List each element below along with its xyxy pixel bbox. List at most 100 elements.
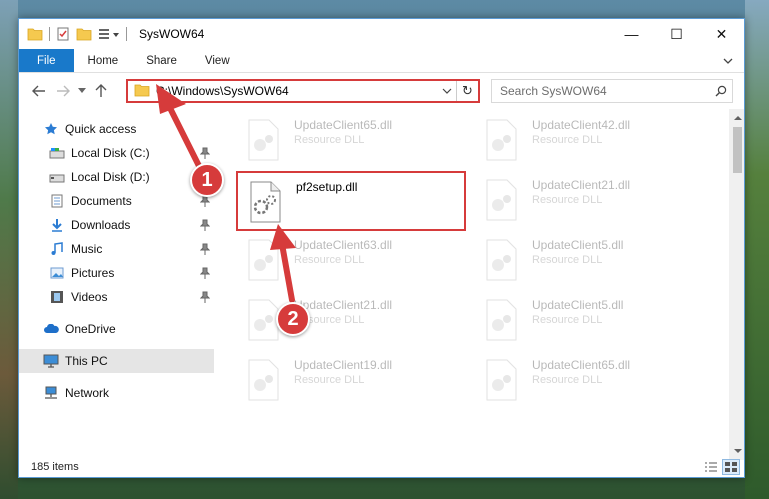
dll-file-icon [250, 181, 281, 223]
file-type: Resource DLL [532, 194, 603, 206]
sidebar-item-music[interactable]: Music [19, 237, 214, 261]
window-controls: — ☐ ✕ [609, 19, 744, 49]
vertical-scrollbar[interactable] [729, 109, 744, 460]
item-count: 185 items [31, 461, 79, 473]
folder-icon [27, 27, 43, 41]
pin-icon[interactable] [199, 291, 211, 306]
dll-file-icon [248, 239, 279, 281]
refresh-button[interactable]: ↻ [456, 81, 478, 101]
arrow-up-icon [95, 84, 107, 97]
expand-ribbon-button[interactable] [720, 53, 736, 69]
dll-file-icon [248, 119, 279, 161]
chevron-down-icon [733, 449, 742, 453]
explorer-body: Quick access Local Disk (C:) Local Disk … [19, 109, 744, 460]
file-type: Resource DLL [294, 134, 365, 146]
dll-file-icon [486, 179, 517, 221]
file-name: UpdateClient5.dll [532, 238, 624, 252]
tiles-view-button[interactable] [722, 459, 740, 475]
search-box[interactable]: Search SysWOW64 [491, 79, 733, 103]
sidebar-item-label: Local Disk (D:) [71, 170, 150, 184]
file-item[interactable]: UpdateClient5.dll Resource DLL [474, 231, 704, 291]
file-type: Resource DLL [532, 134, 603, 146]
maximize-button[interactable]: ☐ [654, 19, 699, 49]
sidebar-item-videos[interactable]: Videos [19, 285, 214, 309]
details-view-button[interactable] [702, 459, 720, 475]
dll-file-icon [486, 119, 517, 161]
pin-icon[interactable] [199, 147, 211, 162]
tab-home[interactable]: Home [74, 49, 133, 72]
search-icon[interactable] [710, 85, 732, 97]
forward-button[interactable] [51, 79, 75, 103]
callout-badge: 1 [190, 163, 224, 197]
sidebar-item-local-disk-d[interactable]: Local Disk (D:) [19, 165, 214, 189]
callout-badge: 2 [276, 302, 310, 336]
computer-icon [43, 353, 59, 369]
tab-view[interactable]: View [191, 49, 244, 72]
sidebar-item-downloads[interactable]: Downloads [19, 213, 214, 237]
up-button[interactable] [89, 79, 113, 103]
title-bar: SysWOW64 — ☐ ✕ [19, 19, 744, 49]
status-bar: 185 items [19, 457, 744, 477]
minimize-button[interactable]: — [609, 19, 654, 49]
file-type: Resource DLL [532, 314, 603, 326]
file-item[interactable]: UpdateClient19.dll Resource DLL [236, 351, 466, 411]
scroll-up-button[interactable] [729, 109, 744, 126]
sidebar-item-label: Videos [71, 290, 108, 304]
sidebar-item-label: Local Disk (C:) [71, 146, 150, 160]
drive-icon [49, 169, 65, 185]
file-item[interactable]: UpdateClient65.dll Resource DLL [474, 351, 704, 411]
search-input[interactable]: Search SysWOW64 [492, 84, 710, 98]
sidebar-item-pictures[interactable]: Pictures [19, 261, 214, 285]
sidebar-item-label: Quick access [65, 122, 137, 136]
sidebar-item-this-pc[interactable]: This PC [19, 349, 214, 373]
file-name: UpdateClient5.dll [532, 298, 624, 312]
pin-icon[interactable] [199, 267, 211, 282]
sidebar-item-local-disk-c[interactable]: Local Disk (C:) [19, 141, 214, 165]
properties-icon[interactable] [56, 27, 70, 41]
network-icon [43, 385, 59, 401]
address-path[interactable]: C:\Windows\SysWOW64 [156, 84, 438, 98]
back-button[interactable] [27, 79, 51, 103]
sidebar-item-network[interactable]: Network [19, 381, 214, 405]
pin-icon[interactable] [199, 243, 211, 258]
downloads-icon [49, 217, 65, 233]
dll-file-icon [248, 359, 279, 401]
file-item[interactable]: UpdateClient21.dll Resource DLL [236, 291, 466, 351]
file-item[interactable]: UpdateClient63.dll Resource DLL [236, 231, 466, 291]
sidebar-item-documents[interactable]: Documents [19, 189, 214, 213]
file-type: Resource DLL [532, 374, 603, 386]
recent-locations-button[interactable] [75, 79, 89, 103]
chevron-down-icon [78, 88, 86, 93]
file-item-pf2setup[interactable]: pf2setup.dll [236, 171, 466, 231]
close-button[interactable]: ✕ [699, 19, 744, 49]
window-title: SysWOW64 [139, 27, 205, 41]
sidebar-item-quick-access[interactable]: Quick access [19, 117, 214, 141]
music-icon [49, 241, 65, 257]
sidebar-item-onedrive[interactable]: OneDrive [19, 317, 214, 341]
scrollbar-thumb[interactable] [733, 127, 742, 173]
sidebar-item-label: This PC [65, 354, 108, 368]
file-item[interactable]: UpdateClient5.dll Resource DLL [474, 291, 704, 351]
star-icon [43, 121, 59, 137]
customize-toolbar-icon[interactable] [98, 28, 120, 40]
file-item[interactable]: UpdateClient65.dll Resource DLL [236, 111, 466, 171]
file-name: UpdateClient63.dll [294, 238, 393, 252]
navigation-bar: C:\Windows\SysWOW64 ↻ Search SysWOW64 [19, 73, 744, 109]
address-bar[interactable]: C:\Windows\SysWOW64 ↻ [126, 79, 480, 103]
file-name: pf2setup.dll [296, 180, 358, 194]
file-item[interactable]: UpdateClient42.dll Resource DLL [474, 111, 704, 171]
pin-icon[interactable] [199, 195, 211, 210]
address-dropdown-button[interactable] [438, 86, 456, 97]
new-folder-icon[interactable] [76, 27, 92, 41]
file-list: UpdateClient65.dll Resource DLL UpdateCli… [214, 109, 744, 460]
file-item[interactable]: UpdateClient21.dll Resource DLL [474, 171, 704, 231]
tiles-view-icon [725, 462, 737, 472]
tab-file[interactable]: File [19, 49, 74, 72]
chevron-down-icon [723, 58, 733, 64]
details-view-icon [705, 462, 717, 472]
tab-share[interactable]: Share [132, 49, 191, 72]
sidebar-item-label: Downloads [71, 218, 131, 232]
navigation-pane: Quick access Local Disk (C:) Local Disk … [19, 109, 214, 460]
pin-icon[interactable] [199, 219, 211, 234]
file-name: UpdateClient21.dll [294, 298, 393, 312]
